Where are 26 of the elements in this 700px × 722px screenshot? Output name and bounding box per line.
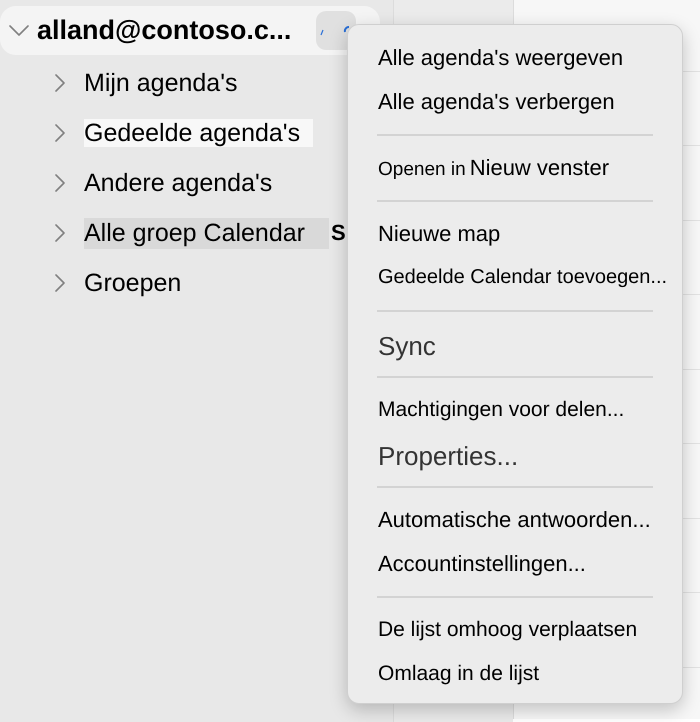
menu-item[interactable]: Automatische antwoorden... <box>348 498 682 542</box>
menu-item[interactable]: Accountinstellingen... <box>348 542 682 586</box>
menu-item[interactable]: Omlaag in de lijst <box>348 652 682 696</box>
chevron-right-icon[interactable] <box>55 174 65 192</box>
menu-item[interactable]: Gedeelde Calendar toevoegen... <box>348 256 682 300</box>
chevron-down-icon[interactable] <box>9 25 29 36</box>
folder-item[interactable]: Alle groep Calendar <box>84 218 329 248</box>
menu-item[interactable]: Openen in Nieuw venster <box>348 146 682 190</box>
menu-item[interactable]: Machtigingen voor delen... <box>348 388 682 432</box>
folder-item[interactable]: Groepen <box>84 269 194 297</box>
chevron-right-icon[interactable] <box>55 124 65 142</box>
chevron-right-icon[interactable] <box>55 274 65 292</box>
chevron-right-icon[interactable] <box>55 224 65 242</box>
menu-item[interactable]: Nieuwe map <box>348 212 682 256</box>
partial-label: S <box>330 222 346 244</box>
account-header[interactable]: alland@contoso.c... <box>0 6 380 55</box>
folder-item[interactable]: Andere agenda's <box>84 169 286 197</box>
arc-icon <box>320 26 350 36</box>
folder-item[interactable]: Mijn agenda's <box>84 69 250 97</box>
menu-item[interactable]: De lijst omhoog verplaatsen <box>348 608 682 652</box>
chevron-right-icon[interactable] <box>55 74 65 92</box>
account-email: alland@contoso.c... <box>37 17 292 44</box>
folder-item[interactable]: Gedeelde agenda's <box>84 119 314 147</box>
menu-item[interactable]: Alle agenda's verbergen <box>348 80 682 124</box>
menu-item[interactable]: Sync <box>348 322 682 366</box>
menu-item[interactable]: Properties... <box>348 432 682 476</box>
